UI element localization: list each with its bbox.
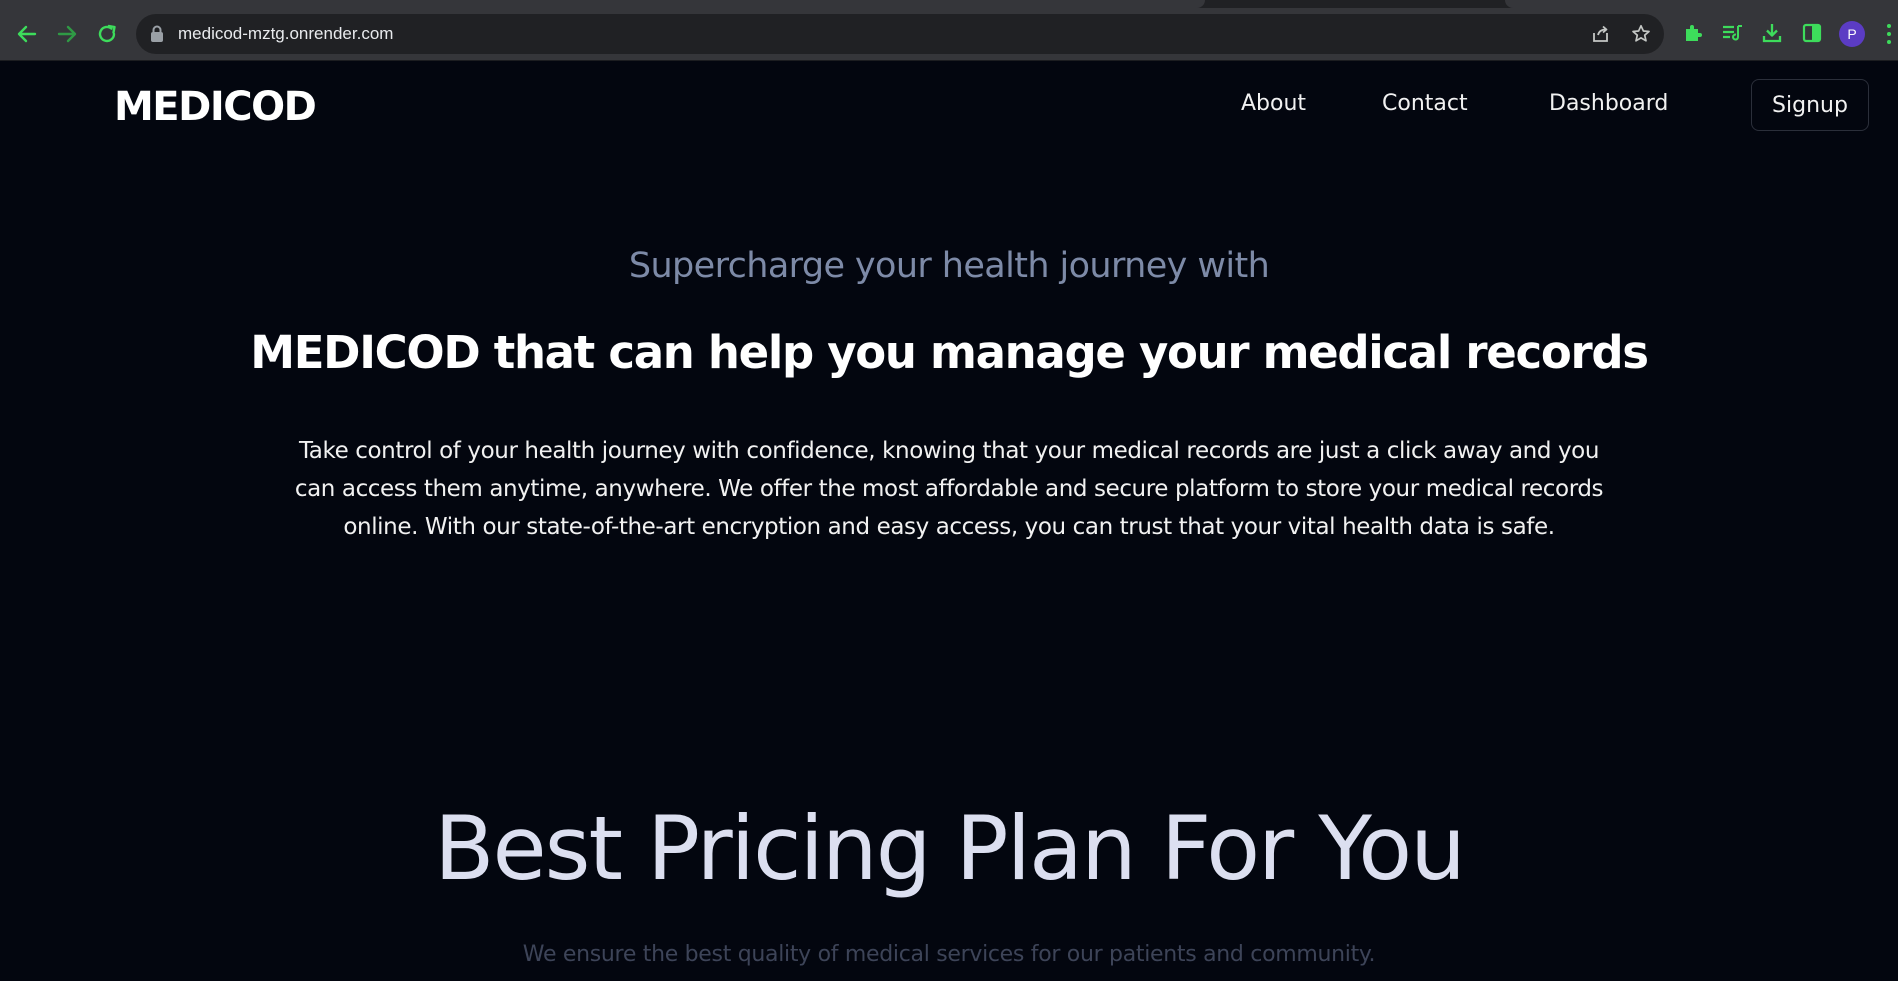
nav-link-about[interactable]: About bbox=[1241, 91, 1306, 116]
nav-link-contact[interactable]: Contact bbox=[1382, 91, 1468, 116]
hero-description: Take control of your health journey with… bbox=[294, 438, 1604, 540]
tab-strip bbox=[0, 0, 1898, 8]
signup-button[interactable]: Signup bbox=[1751, 79, 1869, 131]
browser-toolbar: medicod-mztg.onrender.com P bbox=[0, 0, 1898, 61]
address-bar[interactable]: medicod-mztg.onrender.com bbox=[136, 14, 1664, 54]
lock-icon[interactable] bbox=[150, 25, 164, 43]
pricing-subtitle: We ensure the best quality of medical se… bbox=[522, 942, 1376, 967]
bookmark-star-icon[interactable] bbox=[1630, 23, 1652, 45]
browser-tab[interactable] bbox=[0, 0, 1205, 8]
hero-subtitle: Supercharge your health journey with bbox=[628, 246, 1270, 286]
forward-button[interactable] bbox=[51, 18, 83, 50]
back-arrow-icon bbox=[17, 25, 37, 43]
back-button[interactable] bbox=[11, 18, 43, 50]
share-icon[interactable] bbox=[1590, 23, 1612, 45]
url-text[interactable]: medicod-mztg.onrender.com bbox=[178, 24, 393, 44]
reload-icon bbox=[98, 24, 116, 43]
browser-tab[interactable] bbox=[1505, 0, 1898, 8]
pricing-title: Best Pricing Plan For You bbox=[434, 797, 1466, 900]
forward-arrow-icon bbox=[57, 25, 77, 43]
profile-avatar[interactable]: P bbox=[1839, 21, 1865, 47]
browser-menu-icon[interactable] bbox=[1883, 22, 1895, 46]
download-icon[interactable] bbox=[1760, 21, 1784, 45]
site-logo[interactable]: MEDICOD bbox=[114, 84, 317, 130]
media-queue-icon[interactable] bbox=[1720, 21, 1744, 45]
reload-button[interactable] bbox=[91, 18, 123, 50]
side-panel-icon[interactable] bbox=[1800, 21, 1824, 45]
hero-title: MEDICOD that can help you manage your me… bbox=[250, 326, 1649, 379]
extensions-puzzle-icon[interactable] bbox=[1681, 21, 1705, 45]
nav-link-dashboard[interactable]: Dashboard bbox=[1549, 91, 1668, 116]
